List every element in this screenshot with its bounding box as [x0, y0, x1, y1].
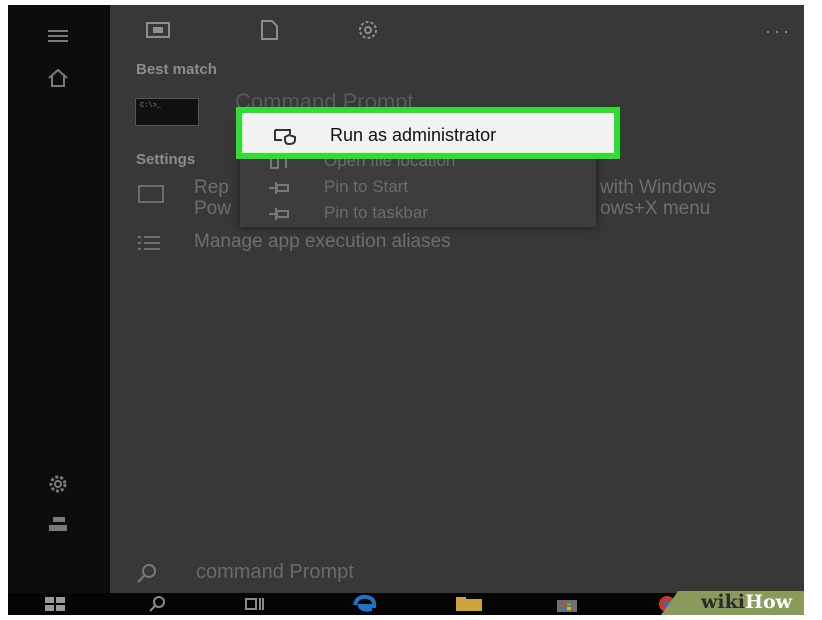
file-explorer-icon[interactable] — [454, 595, 484, 613]
best-match-heading: Best match — [136, 61, 217, 78]
user-account-icon[interactable] — [45, 513, 71, 535]
menu-item-label: Pin to Start — [324, 177, 409, 196]
watermark-part2: How — [745, 591, 792, 613]
search-input[interactable]: command Prompt — [196, 561, 354, 584]
task-view-icon[interactable] — [244, 595, 266, 613]
menu-item-label: Pin to taskbar — [324, 203, 428, 222]
watermark-part1: wiki — [701, 591, 745, 613]
window-icon — [138, 185, 164, 203]
search-icon — [135, 561, 159, 585]
store-icon[interactable] — [554, 595, 580, 613]
edge-browser-icon[interactable] — [352, 595, 378, 613]
list-icon — [136, 233, 162, 253]
apps-filter-icon[interactable] — [145, 19, 171, 41]
shield-window-icon — [273, 127, 297, 145]
windows-start-icon[interactable] — [44, 595, 66, 613]
search-results-panel: ··· Best match C:\>_ Command Prompt Sett… — [110, 5, 804, 593]
settings-heading: Settings — [136, 151, 196, 168]
thumb-text: C:\>_ — [140, 102, 162, 110]
settings-item2-label: Manage app execution aliases — [194, 231, 451, 252]
settings-item1-line2-right: ows+X menu — [600, 198, 711, 219]
settings-item1-line2-left: Pow — [194, 198, 231, 219]
web-filter-icon[interactable] — [355, 19, 381, 41]
menu-item-pin-to-start[interactable]: Pin to Start — [240, 175, 596, 201]
command-prompt-app-icon: C:\>_ — [135, 98, 199, 126]
menu-item-pin-to-taskbar[interactable]: Pin to taskbar — [240, 201, 596, 227]
documents-filter-icon[interactable] — [256, 19, 282, 41]
pin-icon — [268, 205, 290, 223]
wikihow-watermark: wiki How — [661, 591, 804, 615]
search-box[interactable]: command Prompt — [110, 553, 804, 593]
start-menu-window: ··· Best match C:\>_ Command Prompt Sett… — [8, 5, 804, 615]
pin-icon — [268, 179, 290, 197]
home-icon[interactable] — [45, 67, 71, 89]
settings-gear-icon[interactable] — [45, 473, 71, 495]
taskbar-search-icon[interactable] — [146, 595, 168, 613]
settings-item1-line1-left: Rep — [194, 177, 229, 198]
menu-item-label: Run as administrator — [330, 125, 497, 145]
more-options-icon[interactable]: ··· — [765, 21, 792, 42]
start-left-rail — [8, 5, 110, 593]
menu-item-run-as-administrator[interactable]: Run as administrator — [236, 107, 620, 159]
settings-item1-line1-right: with Windows — [600, 177, 717, 198]
hamburger-menu-icon[interactable] — [45, 25, 71, 47]
